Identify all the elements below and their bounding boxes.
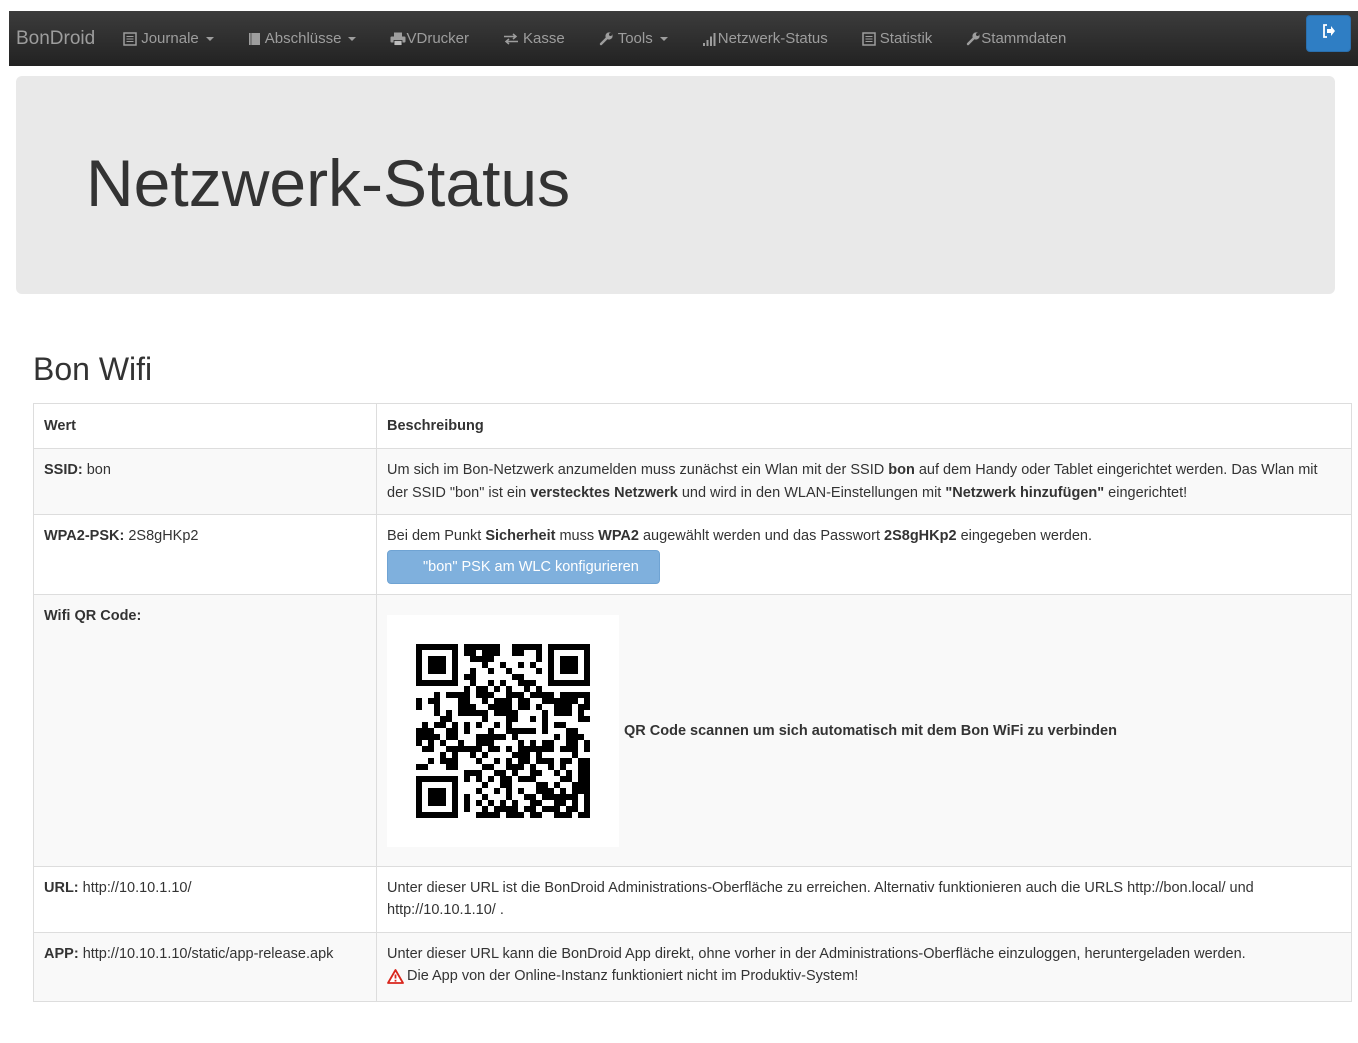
caret-down-icon xyxy=(659,36,668,41)
nav-abschluesse[interactable]: Abschlüsse xyxy=(248,30,357,47)
transfer-icon xyxy=(503,32,519,45)
app-description: Unter dieser URL kann die BonDroid App d… xyxy=(376,931,1352,1003)
configure-psk-button[interactable]: "bon" PSK am WLC konfigurieren xyxy=(387,549,660,584)
wrench-icon xyxy=(966,31,981,46)
qr-cell: QR Code scannen um sich automatisch mit … xyxy=(376,593,1352,867)
nav-stammdaten-label: Stammdaten xyxy=(981,30,1067,47)
logout-button[interactable] xyxy=(1306,15,1351,52)
psk-desc-text: eingegeben werden. xyxy=(956,528,1092,545)
ssid-desc-text: und wird in den WLAN-Einstellungen mit xyxy=(677,484,946,501)
nav-journale-label: Journale xyxy=(141,30,199,47)
table-row-url: URL: http://10.10.1.10/ Unter dieser URL… xyxy=(33,865,1352,933)
caret-down-icon xyxy=(205,36,214,41)
app-value: http://10.10.1.10/static/app-release.apk xyxy=(82,945,334,962)
qr-label-cell: Wifi QR Code: xyxy=(33,593,377,867)
ssid-cell: SSID: bon xyxy=(33,448,377,516)
nav-netzwerk-status-label: Netzwerk-Status xyxy=(717,30,828,47)
table-header-row: Wert Beschreibung xyxy=(33,402,1352,450)
page-header: Netzwerk-Status xyxy=(16,76,1335,294)
nav-kasse[interactable]: Kasse xyxy=(503,30,565,47)
nav-kasse-label: Kasse xyxy=(523,30,565,47)
psk-desc-line: Bei dem Punkt Sicherheit muss WPA2 augew… xyxy=(387,525,1341,547)
wrench-icon xyxy=(599,31,614,46)
header-description: Beschreibung xyxy=(376,402,1352,450)
printer-icon xyxy=(390,32,406,46)
ssid-desc-text: eingerichtet! xyxy=(1104,484,1188,501)
wifi-info-table: Wert Beschreibung SSID: bon Um sich im B… xyxy=(33,402,1352,1003)
caret-down-icon xyxy=(348,36,357,41)
url-cell: URL: http://10.10.1.10/ xyxy=(33,865,377,933)
top-navbar: BonDroid Journale Abschlüsse VDrucker Ka… xyxy=(9,11,1358,66)
nav-journale[interactable]: Journale xyxy=(123,30,214,47)
table-row-psk: WPA2-PSK: 2S8gHKp2 Bei dem Punkt Sicherh… xyxy=(33,514,1352,595)
app-warning: Die App von der Online-Instanz funktioni… xyxy=(387,965,858,987)
nav-statistik-label: Statistik xyxy=(879,30,933,47)
psk-desc-text: Bei dem Punkt xyxy=(387,528,486,545)
psk-value: 2S8gHKp2 xyxy=(128,528,199,545)
nav-statistik[interactable]: Statistik xyxy=(862,30,933,47)
url-description: Unter dieser URL ist die BonDroid Admini… xyxy=(376,865,1352,933)
ssid-desc-bold: bon xyxy=(888,462,915,479)
warning-triangle-icon xyxy=(387,969,404,984)
section-title: Bon Wifi xyxy=(33,351,153,387)
app-label: APP: xyxy=(44,945,79,962)
ssid-description: Um sich im Bon-Netzwerk anzumelden muss … xyxy=(376,448,1352,516)
ssid-desc-text: Um sich im Bon-Netzwerk anzumelden muss … xyxy=(387,462,889,479)
app-desc-text: Unter dieser URL kann die BonDroid App d… xyxy=(387,945,1246,962)
psk-desc-bold: 2S8gHKp2 xyxy=(884,528,957,545)
ssid-label: SSID: xyxy=(44,462,83,479)
table-row-qr: Wifi QR Code: QR Code scannen um sich au… xyxy=(33,593,1352,867)
psk-description: Bei dem Punkt Sicherheit muss WPA2 augew… xyxy=(376,514,1352,595)
page-title: Netzwerk-Status xyxy=(86,146,571,220)
url-value: http://10.10.1.10/ xyxy=(82,879,192,896)
ssid-desc-bold: verstecktes Netzwerk xyxy=(530,484,678,501)
psk-desc-bold: Sicherheit xyxy=(485,528,556,545)
psk-desc-text: muss xyxy=(555,528,599,545)
nav-netzwerk-status[interactable]: Netzwerk-Status xyxy=(702,30,828,47)
list-icon xyxy=(123,31,137,46)
table-row-ssid: SSID: bon Um sich im Bon-Netzwerk anzume… xyxy=(33,448,1352,516)
qr-wrapper: QR Code scannen um sich automatisch mit … xyxy=(387,614,1341,847)
header-value: Wert xyxy=(33,402,377,450)
brand-link[interactable]: BonDroid xyxy=(9,28,103,50)
psk-desc-bold: WPA2 xyxy=(598,528,639,545)
ssid-desc-bold: "Netzwerk hinzufügen" xyxy=(945,484,1105,501)
list-icon xyxy=(862,31,876,46)
nav-tools[interactable]: Tools xyxy=(599,30,668,47)
ssid-value: bon xyxy=(86,462,111,479)
nav-vdrucker[interactable]: VDrucker xyxy=(390,30,469,47)
app-warning-text: Die App von der Online-Instanz funktioni… xyxy=(407,968,859,985)
qr-label: Wifi QR Code: xyxy=(44,607,142,624)
qr-caption: QR Code scannen um sich automatisch mit … xyxy=(624,722,1117,739)
url-label: URL: xyxy=(44,879,79,896)
logout-icon xyxy=(1322,24,1336,43)
table-row-app: APP: http://10.10.1.10/static/app-releas… xyxy=(33,931,1352,1003)
nav-stammdaten[interactable]: Stammdaten xyxy=(966,30,1066,47)
signal-icon xyxy=(702,32,716,46)
qr-code-image xyxy=(387,614,619,847)
psk-label: WPA2-PSK: xyxy=(44,528,125,545)
app-cell: APP: http://10.10.1.10/static/app-releas… xyxy=(33,931,377,1003)
book-icon xyxy=(248,32,261,46)
nav-vdrucker-label: VDrucker xyxy=(406,30,469,47)
nav-abschluesse-label: Abschlüsse xyxy=(264,30,342,47)
psk-desc-text: augewählt werden und das Passwort xyxy=(638,528,885,545)
psk-cell: WPA2-PSK: 2S8gHKp2 xyxy=(33,514,377,595)
nav-tools-label: Tools xyxy=(617,30,653,47)
